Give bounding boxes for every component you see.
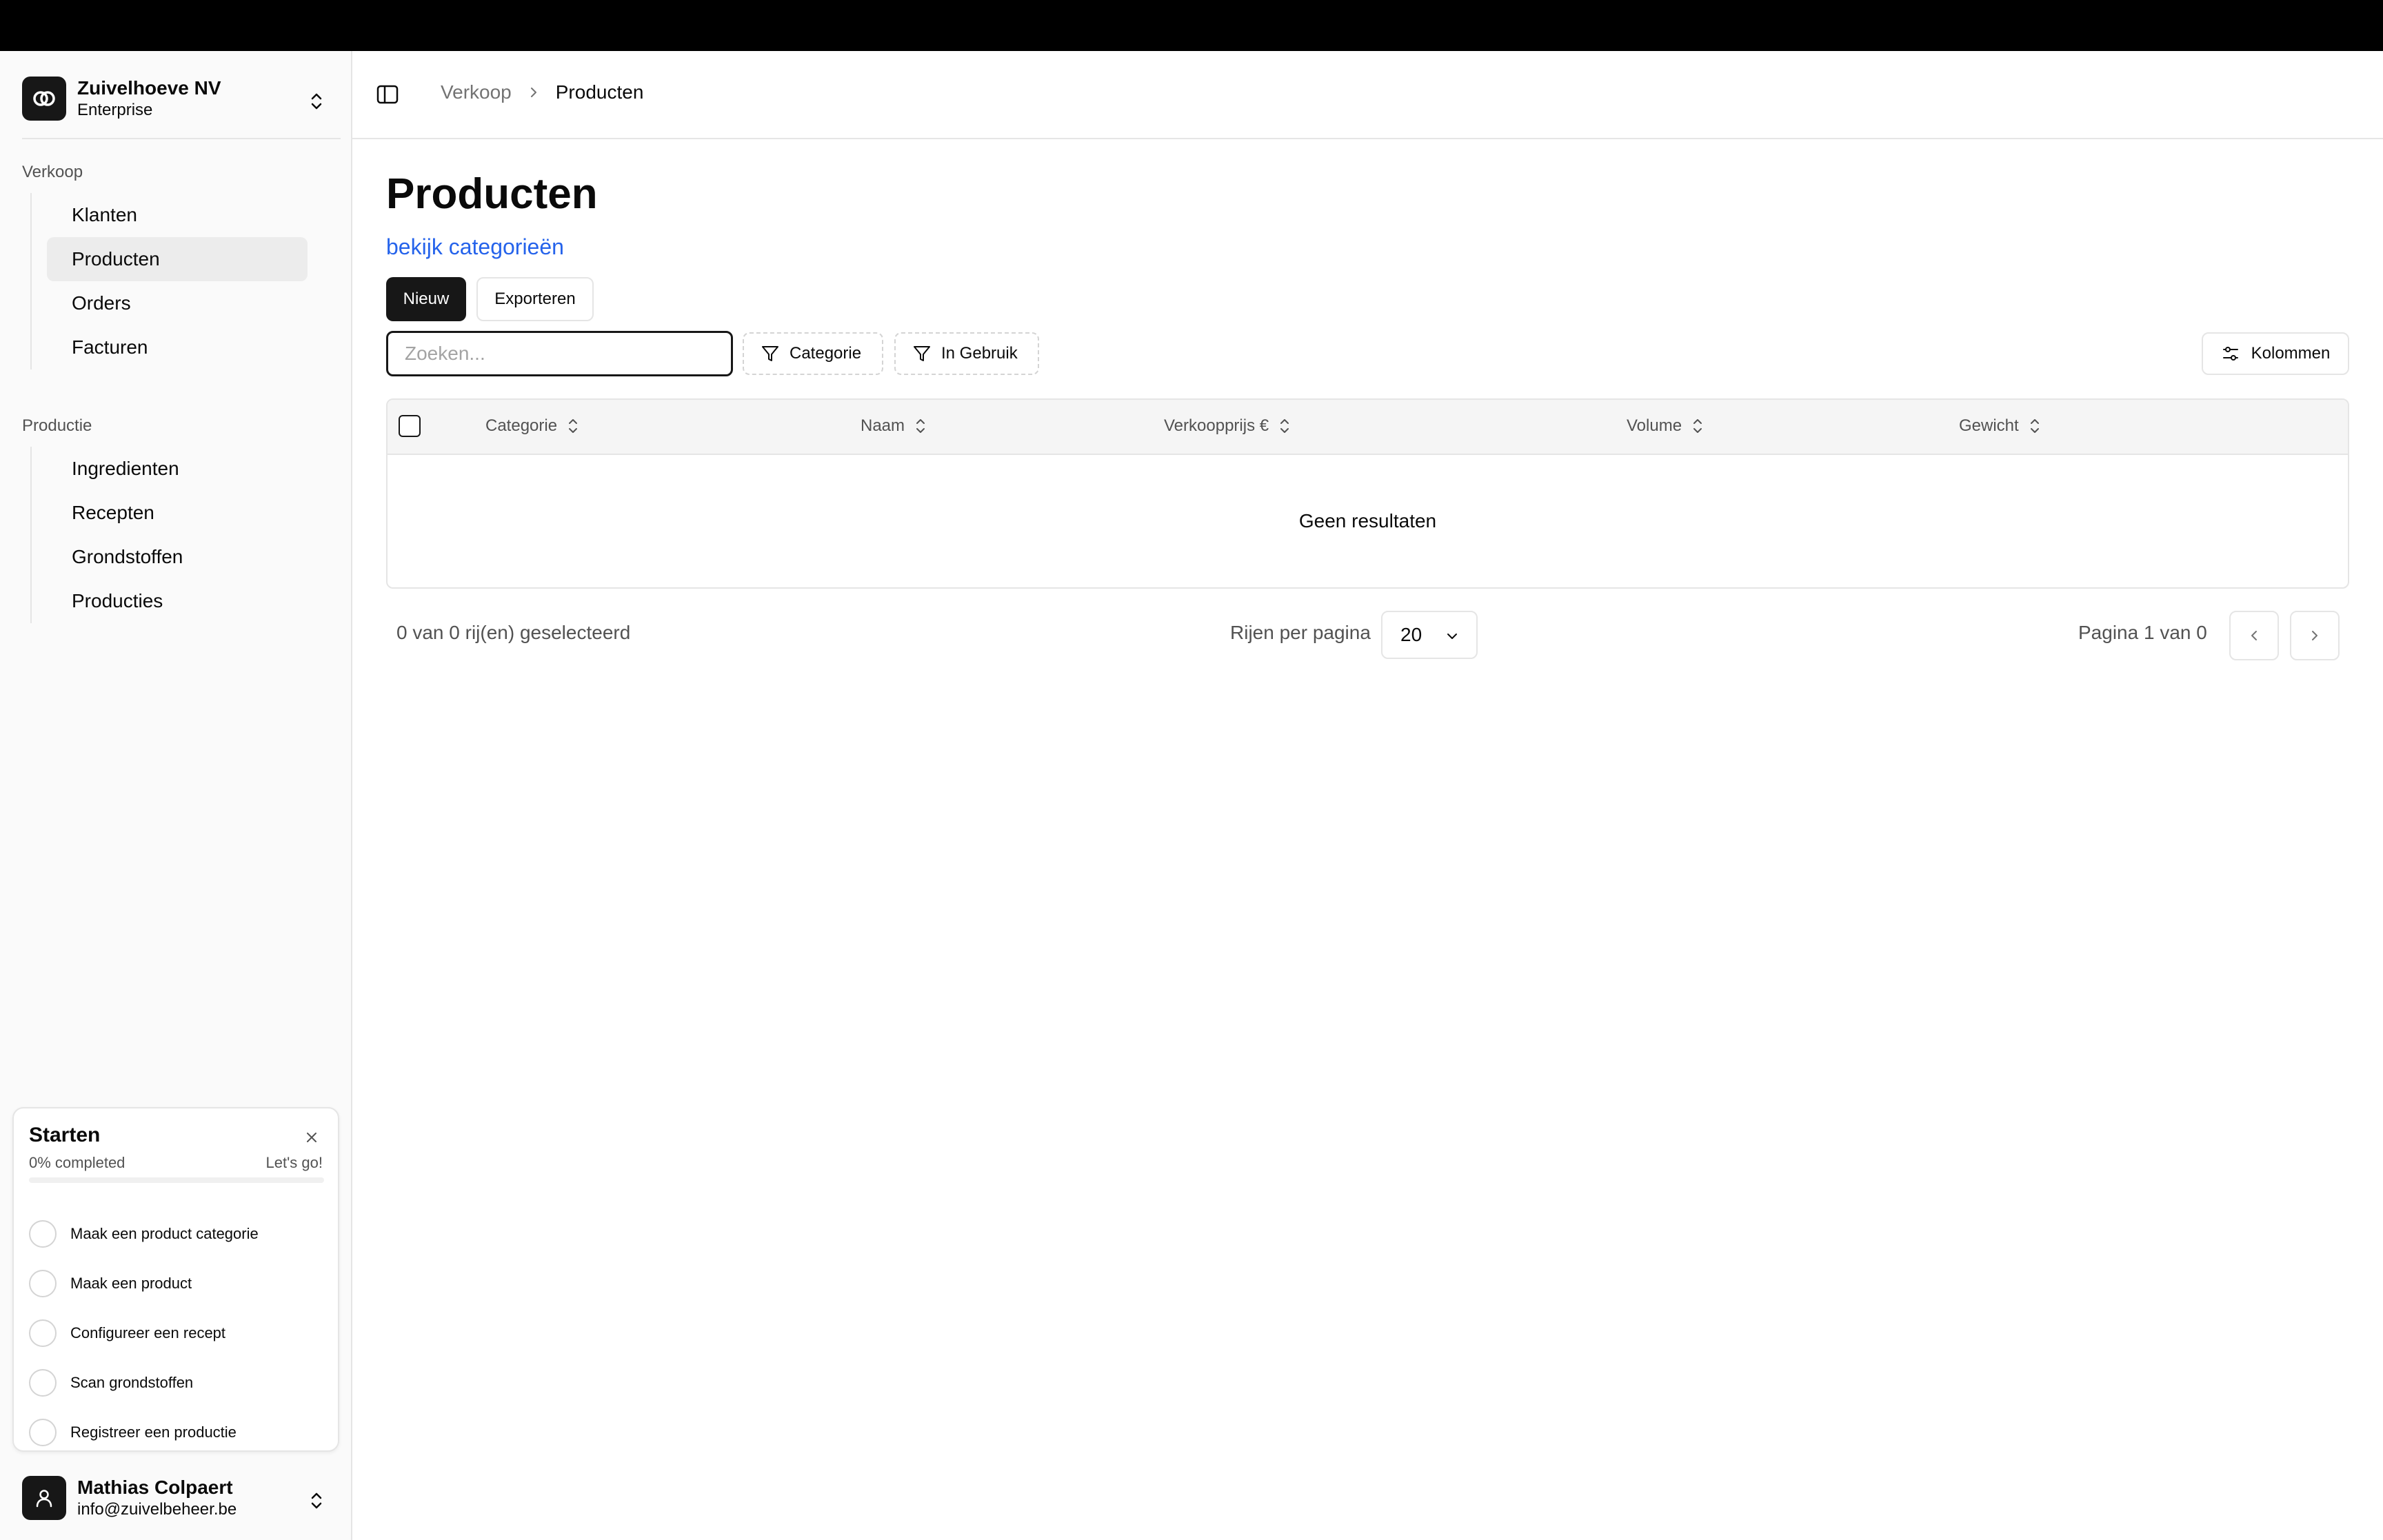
- sidebar-item-producten[interactable]: Producten: [47, 237, 308, 281]
- task-checkbox-icon: [29, 1369, 57, 1397]
- rows-per-page-value: 20: [1400, 624, 1422, 645]
- task-label: Maak een product categorie: [70, 1225, 259, 1242]
- previous-page-button[interactable]: [2229, 611, 2279, 660]
- task-checkbox-icon: [29, 1270, 57, 1297]
- task-checkbox-icon: [29, 1220, 57, 1248]
- user-menu[interactable]: Mathias Colpaert info@zuivelbeheer.be: [12, 1467, 339, 1529]
- org-name: Zuivelhoeve NV: [77, 77, 221, 99]
- rows-per-page-select[interactable]: 20: [1381, 611, 1478, 659]
- task-checkbox-icon: [29, 1319, 57, 1347]
- task-label: Configureer een recept: [70, 1324, 226, 1341]
- app: Zuivelhoeve NV Enterprise Verkoop Klante…: [0, 51, 2383, 1540]
- sidebar-item-facturen[interactable]: Facturen: [47, 325, 308, 369]
- sidebar-group-label-verkoop: Verkoop: [22, 163, 83, 181]
- pagination-label: Pagina 1 van 0: [2078, 622, 2207, 643]
- column-header-categorie[interactable]: Categorie: [485, 416, 579, 436]
- selection-count: 0 van 0 rij(en) geselecteerd: [396, 622, 631, 643]
- sidebar: Zuivelhoeve NV Enterprise Verkoop Klante…: [0, 51, 352, 1540]
- filter-categorie-button[interactable]: Categorie: [743, 332, 883, 375]
- breadcrumb-item-producten: Producten: [555, 81, 644, 103]
- sidebar-item-orders[interactable]: Orders: [47, 281, 308, 325]
- user-name: Mathias Colpaert: [77, 1477, 233, 1498]
- search-input[interactable]: [386, 331, 733, 376]
- task-label: Registreer een productie: [70, 1424, 237, 1441]
- column-header-label: Volume: [1627, 416, 1682, 435]
- sort-icon: [569, 419, 578, 433]
- sort-icon: [916, 419, 925, 433]
- column-header-label: Naam: [861, 416, 905, 435]
- filter-label: Categorie: [790, 344, 862, 363]
- chevron-down-icon: [1447, 634, 1457, 639]
- filter-label: In Gebruik: [941, 344, 1018, 363]
- sidebar-item-producties[interactable]: Producties: [47, 579, 308, 623]
- chevron-right-icon: [2312, 631, 2317, 640]
- sidebar-group-label-productie: Productie: [22, 416, 92, 435]
- sidebar-item-klanten[interactable]: Klanten: [47, 193, 308, 237]
- sidebar-item-recepten[interactable]: Recepten: [47, 491, 308, 535]
- user-icon: [22, 1476, 66, 1520]
- categories-link[interactable]: bekijk categorieën: [386, 234, 564, 260]
- column-header-label: Gewicht: [1959, 416, 2019, 435]
- column-header-label: Verkoopprijs €: [1164, 416, 1269, 435]
- onboarding-task[interactable]: Maak een product: [29, 1268, 192, 1299]
- column-header-gewicht[interactable]: Gewicht: [1959, 416, 2041, 436]
- onboarding-task[interactable]: Scan grondstoffen: [29, 1368, 193, 1398]
- sliders-icon: [2222, 347, 2238, 361]
- task-label: Scan grondstoffen: [70, 1374, 194, 1391]
- export-button[interactable]: Exporteren: [476, 277, 594, 321]
- task-checkbox-icon: [29, 1419, 57, 1446]
- column-header-verkoopprijs[interactable]: Verkoopprijs €: [1164, 416, 1291, 436]
- sidebar-group-verkoop: Klanten Producten Orders Facturen: [30, 193, 308, 369]
- onboarding-task[interactable]: Configureer een recept: [29, 1318, 225, 1348]
- breadcrumb: Verkoop Producten: [441, 81, 643, 103]
- filter-in-gebruik-button[interactable]: In Gebruik: [894, 332, 1039, 375]
- column-header-label: Categorie: [485, 416, 558, 435]
- org-switcher[interactable]: Zuivelhoeve NV Enterprise: [12, 68, 339, 130]
- sidebar-divider: [22, 138, 341, 139]
- window-top-bar: [0, 0, 2383, 51]
- sidebar-group-productie: Ingredienten Recepten Grondstoffen Produ…: [30, 447, 308, 623]
- chevron-left-icon: [2251, 631, 2257, 640]
- sidebar-item-grondstoffen[interactable]: Grondstoffen: [47, 535, 308, 579]
- sort-icon: [1280, 419, 1289, 433]
- chevron-right-icon: [530, 88, 536, 97]
- chevrons-up-down-icon: [311, 1492, 322, 1509]
- close-icon[interactable]: [303, 1129, 320, 1146]
- chevrons-up-down-icon: [311, 93, 322, 110]
- rows-per-page-label: Rijen per pagina: [1230, 622, 1371, 643]
- sidebar-item-ingredienten[interactable]: Ingredienten: [47, 447, 308, 491]
- filter-icon: [914, 346, 930, 361]
- onboarding-title: Starten: [29, 1124, 101, 1146]
- header: Verkoop Producten: [352, 51, 2383, 139]
- filter-icon: [762, 346, 778, 361]
- empty-state: Geen resultaten: [1298, 510, 1437, 531]
- column-header-volume[interactable]: Volume: [1627, 416, 1704, 436]
- onboarding-task[interactable]: Registreer een productie: [29, 1417, 237, 1448]
- onboarding-card: Starten 0% completed Let's go! Maak een …: [12, 1107, 339, 1452]
- org-plan: Enterprise: [77, 101, 153, 119]
- onboarding-progress-text: 0% completed: [29, 1154, 125, 1171]
- page-title: Producten: [386, 170, 598, 218]
- sort-icon: [2030, 419, 2039, 433]
- select-all-checkbox[interactable]: [399, 415, 421, 437]
- sort-icon: [1693, 419, 1702, 433]
- breadcrumb-item-verkoop[interactable]: Verkoop: [441, 81, 512, 103]
- onboarding-cta: Let's go!: [265, 1154, 323, 1171]
- task-label: Maak een product: [70, 1275, 192, 1292]
- sidebar-toggle-icon[interactable]: [376, 83, 399, 106]
- next-page-button[interactable]: [2290, 611, 2340, 660]
- org-logo-icon: [22, 77, 66, 121]
- onboarding-progress-bar: [29, 1177, 324, 1183]
- table-header: Categorie Naam Verkoopprijs € Volume Gew…: [388, 400, 2348, 455]
- column-header-naam[interactable]: Naam: [861, 416, 927, 436]
- onboarding-task[interactable]: Maak een product categorie: [29, 1219, 259, 1249]
- new-button[interactable]: Nieuw: [386, 277, 466, 321]
- columns-label: Kolommen: [2251, 344, 2331, 363]
- columns-button[interactable]: Kolommen: [2202, 332, 2349, 375]
- user-email: info@zuivelbeheer.be: [77, 1500, 237, 1519]
- main-content: Verkoop Producten Producten bekijk categ…: [352, 51, 2383, 1540]
- products-table: Categorie Naam Verkoopprijs € Volume Gew…: [386, 398, 2349, 589]
